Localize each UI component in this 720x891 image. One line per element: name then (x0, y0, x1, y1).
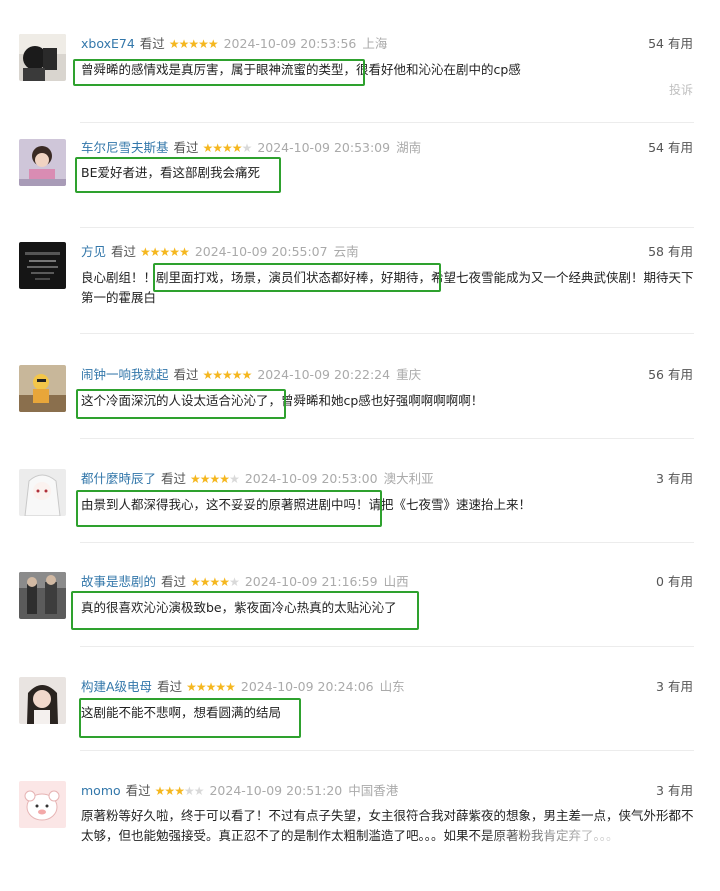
username-link[interactable]: 方见 (81, 244, 106, 259)
comment-meta: 都什麼時辰了 看过 ★★★★★ 2024-10-09 20:53:00 澳大利亚 (81, 470, 434, 488)
comment-location: 云南 (333, 244, 359, 259)
comment-time: 2024-10-09 20:53:00 (244, 471, 378, 486)
comment-location: 山西 (383, 574, 409, 589)
comment-location: 中国香港 (348, 783, 399, 798)
watched-status: 看过 (157, 679, 183, 694)
rating-stars: ★★★★★ (154, 784, 205, 798)
avatar[interactable] (19, 34, 66, 81)
comment-location: 澳大利亚 (383, 471, 434, 486)
comment-text: BE爱好者进，看这部剧我会痛死 (81, 165, 260, 180)
avatar[interactable] (19, 242, 66, 289)
username-link[interactable]: 车尔尼雪夫斯基 (81, 140, 169, 155)
avatar[interactable] (19, 572, 66, 619)
comment-text: 曾舜晞的感情戏是真厉害，属于眼神流蜜的类型，很看好他和沁沁在剧中的cp感 (81, 62, 521, 77)
avatar[interactable] (19, 139, 66, 186)
watched-status: 看过 (125, 783, 151, 798)
useful-count: 3 (656, 679, 664, 694)
comment-meta: 构建A级电母 看过 ★★★★★ 2024-10-09 20:24:06 山东 (81, 678, 405, 696)
useful-vote-button[interactable]: 56 有用 (648, 366, 693, 384)
divider (80, 122, 694, 123)
username-link[interactable]: 都什麼時辰了 (81, 471, 156, 486)
useful-label: 有用 (667, 783, 693, 798)
comment-item: momo 看过 ★★★★★ 2024-10-09 20:51:20 中国香港 3 有用 原… (0, 751, 720, 891)
avatar[interactable] (19, 781, 66, 828)
useful-label: 有用 (667, 140, 693, 155)
useful-count: 54 (648, 140, 664, 155)
comment-time: 2024-10-09 20:24:06 (240, 679, 374, 694)
comment-meta: momo 看过 ★★★★★ 2024-10-09 20:51:20 中国香港 (81, 782, 398, 800)
comment-meta: xboxE74 看过 ★★★★★ 2024-10-09 20:53:56 上海 (81, 35, 387, 53)
comment-time: 2024-10-09 20:55:07 (194, 244, 328, 259)
watched-status: 看过 (111, 244, 137, 259)
useful-count: 58 (648, 244, 664, 259)
watched-status: 看过 (161, 471, 187, 486)
comment-location: 重庆 (396, 367, 422, 382)
comment-item: 故事是悲剧的 看过 ★★★★★ 2024-10-09 21:16:59 山西 0 有用 真… (0, 543, 720, 647)
avatar[interactable] (19, 469, 66, 516)
useful-vote-button[interactable]: 54 有用 (648, 35, 693, 53)
username-link[interactable]: xboxE74 (81, 36, 135, 51)
report-link[interactable]: 投诉 (669, 81, 693, 98)
comment-location: 山东 (379, 679, 405, 694)
rating-stars: ★★★★★ (140, 245, 190, 259)
comment-item: xboxE74 看过 ★★★★★ 2024-10-09 20:53:56 上海 54 有用… (0, 0, 720, 125)
comment-location: 上海 (362, 36, 388, 51)
comment-list: xboxE74 看过 ★★★★★ 2024-10-09 20:53:56 上海 54 有用… (0, 0, 720, 891)
comment-item: 都什麼時辰了 看过 ★★★★★ 2024-10-09 20:53:00 澳大利亚 3 有用… (0, 439, 720, 542)
comment-meta: 车尔尼雪夫斯基 看过 ★★★★★ 2024-10-09 20:53:09 湖南 (81, 139, 421, 157)
useful-label: 有用 (667, 36, 693, 51)
comment-time: 2024-10-09 21:16:59 (244, 574, 378, 589)
useful-count: 56 (648, 367, 664, 382)
useful-count: 54 (648, 36, 664, 51)
useful-label: 有用 (667, 574, 693, 589)
username-link[interactable]: 闹钟一响我就起 (81, 367, 169, 382)
useful-vote-button[interactable]: 54 有用 (648, 139, 693, 157)
useful-count: 3 (656, 783, 664, 798)
comment-time: 2024-10-09 20:53:56 (223, 36, 357, 51)
watched-status: 看过 (173, 367, 199, 382)
avatar[interactable] (19, 677, 66, 724)
rating-stars: ★★★★★ (186, 680, 236, 694)
comment-text: 这个冷面深沉的人设太适合沁沁了，曾舜晞和她cp感也好强啊啊啊啊啊！ (81, 393, 484, 408)
useful-vote-button[interactable]: 3 有用 (656, 678, 693, 696)
useful-vote-button[interactable]: 3 有用 (656, 470, 693, 488)
useful-count: 0 (656, 574, 664, 589)
watched-status: 看过 (161, 574, 187, 589)
comment-item: 构建A级电母 看过 ★★★★★ 2024-10-09 20:24:06 山东 3 有用 这… (0, 647, 720, 750)
watched-status: 看过 (139, 36, 165, 51)
comment-text: 这剧能不能不悲啊，想看圆满的结局 (81, 705, 282, 720)
rating-stars: ★★★★★ (202, 141, 253, 155)
useful-count: 3 (656, 471, 664, 486)
useful-vote-button[interactable]: 3 有用 (656, 782, 693, 800)
comment-item: 闹钟一响我就起 看过 ★★★★★ 2024-10-09 20:22:24 重庆 56 有用… (0, 334, 720, 437)
useful-vote-button[interactable]: 58 有用 (648, 243, 693, 261)
useful-label: 有用 (667, 367, 693, 382)
username-link[interactable]: momo (81, 783, 121, 798)
avatar[interactable] (19, 365, 66, 412)
username-link[interactable]: 故事是悲剧的 (81, 574, 156, 589)
watched-status: 看过 (173, 140, 199, 155)
comment-time: 2024-10-09 20:53:09 (257, 140, 391, 155)
comment-time: 2024-10-09 20:51:20 (209, 783, 343, 798)
useful-label: 有用 (667, 679, 693, 694)
comment-text: 良心剧组！！剧里面打戏，场景，演员们状态都好棒，好期待，希望七夜雪能成为又一个经… (81, 270, 694, 305)
rating-stars: ★★★★★ (190, 472, 240, 486)
rating-stars: ★★★★★ (202, 368, 253, 382)
comment-location: 湖南 (396, 140, 422, 155)
useful-label: 有用 (667, 244, 693, 259)
comment-text: 真的很喜欢沁沁演极致be，紫夜面冷心热真的太贴沁沁了 (81, 600, 397, 615)
comment-meta: 闹钟一响我就起 看过 ★★★★★ 2024-10-09 20:22:24 重庆 (81, 366, 421, 384)
comment-meta: 故事是悲剧的 看过 ★★★★★ 2024-10-09 21:16:59 山西 (81, 573, 409, 591)
comment-time: 2024-10-09 20:22:24 (257, 367, 391, 382)
username-link[interactable]: 构建A级电母 (81, 679, 152, 694)
comment-meta: 方见 看过 ★★★★★ 2024-10-09 20:55:07 云南 (81, 243, 359, 261)
comment-item: 车尔尼雪夫斯基 看过 ★★★★★ 2024-10-09 20:53:09 湖南 54 有用… (0, 125, 720, 228)
text-fade-overlay (470, 829, 720, 869)
useful-label: 有用 (667, 471, 693, 486)
useful-vote-button[interactable]: 0 有用 (656, 573, 693, 591)
rating-stars: ★★★★★ (190, 575, 240, 589)
rating-stars: ★★★★★ (168, 37, 219, 51)
comment-text: 由景到人都深得我心，这不妥妥的原著照进剧中吗！请把《七夜雪》速速抬上来！ (81, 497, 532, 512)
